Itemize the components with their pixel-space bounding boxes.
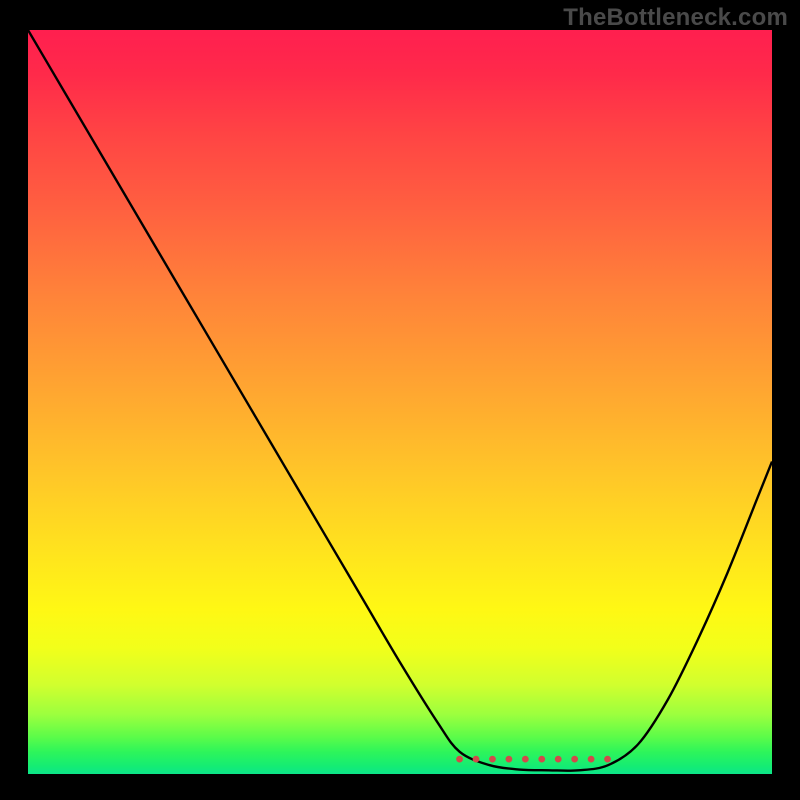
- site-watermark: TheBottleneck.com: [563, 4, 788, 32]
- plot-area: [28, 30, 772, 774]
- heat-gradient-background: [28, 30, 772, 774]
- chart-stage: TheBottleneck.com: [0, 0, 800, 800]
